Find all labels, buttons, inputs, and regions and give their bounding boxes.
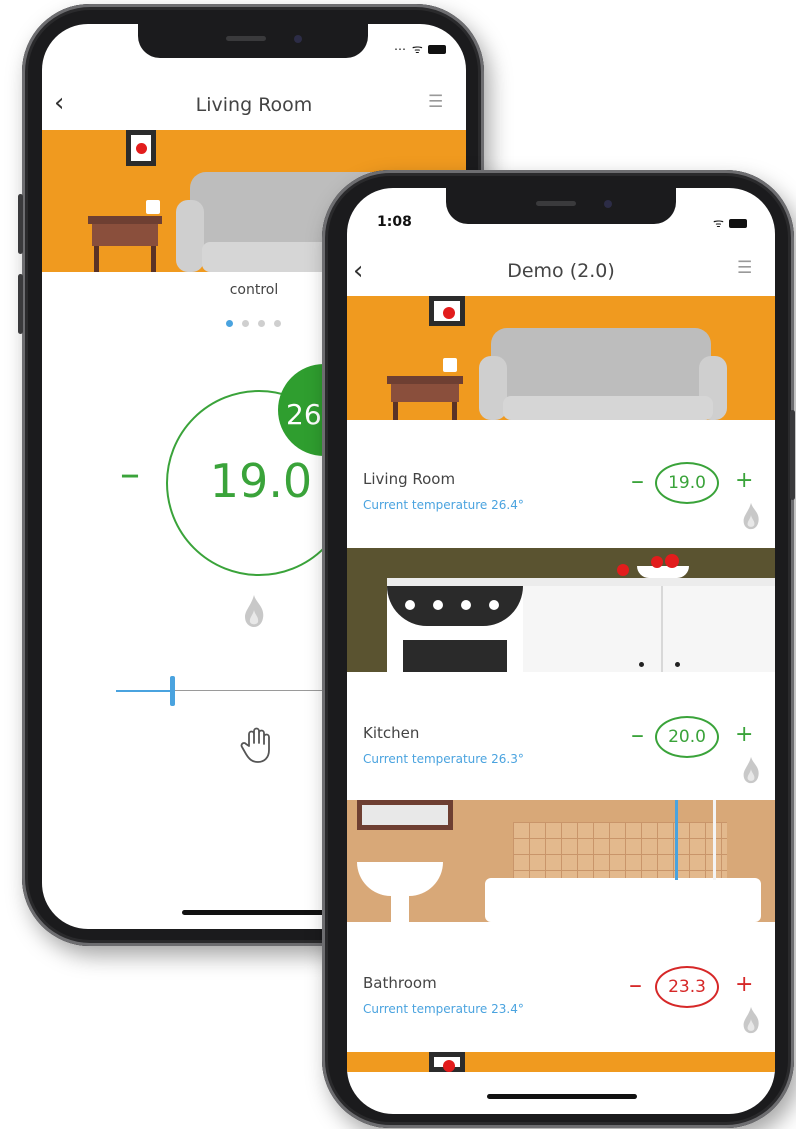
room-current-temperature: Current temperature 26.3° <box>363 752 524 766</box>
minus-button[interactable]: – <box>120 454 140 494</box>
page-title: Demo (2.0) <box>507 260 615 282</box>
notch <box>138 24 368 58</box>
menu-button[interactable]: ☰ <box>737 260 752 277</box>
right-phone-side-button <box>790 410 795 500</box>
side-table <box>387 376 463 384</box>
left-phone-side-button <box>18 194 23 254</box>
increase-button[interactable]: + <box>735 724 753 746</box>
menu-button[interactable]: ☰ <box>428 94 443 111</box>
room-target-temperature[interactable]: 23.3 <box>655 966 719 1008</box>
slider-fill <box>116 690 174 692</box>
room-name: Living Room <box>363 470 456 488</box>
fruit-bowl <box>637 566 689 578</box>
increase-button[interactable]: + <box>735 974 753 996</box>
decrease-button[interactable]: – <box>631 722 644 748</box>
bathtub <box>485 878 761 922</box>
home-indicator[interactable] <box>182 910 332 915</box>
decrease-button[interactable]: – <box>631 468 644 494</box>
right-phone: 1:08 ᯤ ‹ Demo (2.0) ☰ Living Room Curren… <box>322 170 795 1128</box>
side-table <box>88 216 162 224</box>
page-indicator[interactable] <box>226 320 286 328</box>
wall-picture <box>126 130 156 166</box>
room-row[interactable]: Kitchen Current temperature 26.3° – 20.0… <box>347 672 775 798</box>
flame-icon <box>743 1006 759 1034</box>
room-name: Kitchen <box>363 724 420 742</box>
room-illustration-living-room <box>347 296 775 420</box>
right-phone-screen: 1:08 ᯤ ‹ Demo (2.0) ☰ Living Room Curren… <box>347 188 775 1114</box>
room-illustration-next <box>347 1052 775 1072</box>
notch <box>446 188 676 224</box>
room-illustration-bathroom <box>347 800 775 922</box>
page-title: Living Room <box>195 94 313 116</box>
room-target-temperature[interactable]: 20.0 <box>655 716 719 758</box>
room-target-temperature[interactable]: 19.0 <box>655 462 719 504</box>
increase-button[interactable]: + <box>735 470 753 492</box>
status-time: 1:08 <box>377 214 412 230</box>
flame-icon <box>245 595 264 627</box>
decrease-button[interactable]: – <box>629 972 642 998</box>
home-indicator[interactable] <box>487 1094 637 1099</box>
mirror <box>357 800 453 830</box>
wall-picture <box>429 1052 465 1072</box>
flame-icon <box>743 502 759 530</box>
back-button[interactable]: ‹ <box>353 258 363 284</box>
room-row[interactable]: Bathroom Current temperature 23.4° – 23.… <box>347 922 775 1048</box>
flame-icon <box>743 756 759 784</box>
hand-icon[interactable] <box>240 726 274 764</box>
room-current-temperature: Current temperature 26.4° <box>363 498 524 512</box>
wall-picture <box>429 296 465 326</box>
status-icons: ᯤ <box>713 214 747 231</box>
status-icons: ⋯ ᯤ <box>394 40 446 57</box>
room-current-temperature: Current temperature 23.4° <box>363 1002 524 1016</box>
left-phone-side-button <box>18 274 23 334</box>
room-illustration-kitchen <box>347 548 775 672</box>
room-row[interactable]: Living Room Current temperature 26.4° – … <box>347 420 775 546</box>
back-button[interactable]: ‹ <box>54 90 64 116</box>
room-name: Bathroom <box>363 974 437 992</box>
sink <box>357 862 443 896</box>
section-label: control <box>229 282 279 298</box>
slider-thumb[interactable] <box>170 676 175 706</box>
